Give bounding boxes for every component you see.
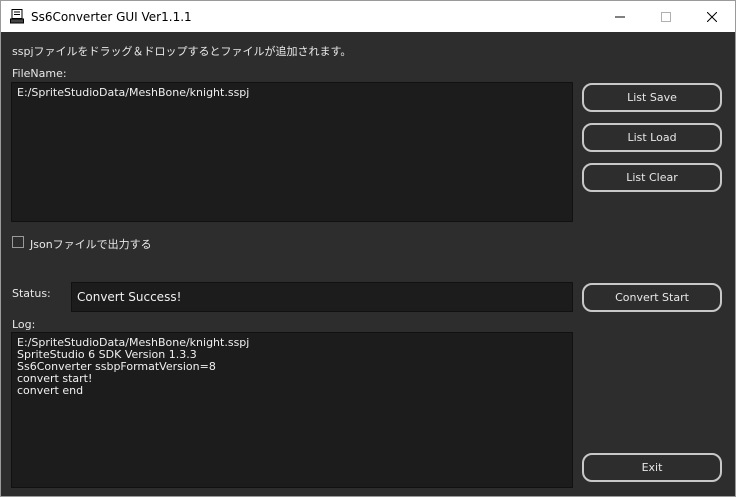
file-list[interactable]: E:/SpriteStudioData/MeshBone/knight.sspj	[11, 82, 573, 222]
convert-start-button[interactable]: Convert Start	[582, 283, 722, 312]
json-output-label[interactable]: Jsonファイルで出力する	[30, 236, 152, 252]
minimize-icon	[615, 16, 625, 17]
list-clear-button[interactable]: List Clear	[582, 163, 722, 192]
client-area: sspjファイルをドラッグ＆ドロップするとファイルが追加されます。 FileNa…	[1, 32, 735, 496]
maximize-icon	[661, 11, 671, 22]
filename-label: FileName:	[12, 67, 67, 80]
status-label: Status:	[12, 287, 51, 300]
log-label: Log:	[12, 318, 36, 331]
instruction-text: sspjファイルをドラッグ＆ドロップするとファイルが追加されます。	[12, 45, 352, 58]
app-window: Ss6Converter GUI Ver1.1.1 sspjファイルをドラッグ＆…	[0, 0, 736, 497]
log-area[interactable]: E:/SpriteStudioData/MeshBone/knight.sspj…	[11, 332, 573, 488]
window-title: Ss6Converter GUI Ver1.1.1	[31, 10, 192, 24]
maximize-button[interactable]	[643, 1, 689, 32]
log-line: convert start!	[17, 372, 93, 385]
status-field: Convert Success!	[71, 282, 573, 312]
json-output-checkbox[interactable]	[12, 236, 24, 248]
converter-app-icon	[10, 9, 24, 24]
exit-button[interactable]: Exit	[582, 453, 722, 482]
close-icon	[707, 11, 717, 22]
list-save-button[interactable]: List Save	[582, 83, 722, 112]
file-list-item[interactable]: E:/SpriteStudioData/MeshBone/knight.sspj	[17, 87, 567, 99]
log-line: Ss6Converter ssbpFormatVersion=8	[17, 360, 216, 373]
list-load-button[interactable]: List Load	[582, 123, 722, 152]
minimize-button[interactable]	[597, 1, 643, 32]
title-bar[interactable]: Ss6Converter GUI Ver1.1.1	[1, 1, 735, 32]
close-button[interactable]	[689, 1, 735, 32]
log-line: convert end	[17, 384, 84, 397]
